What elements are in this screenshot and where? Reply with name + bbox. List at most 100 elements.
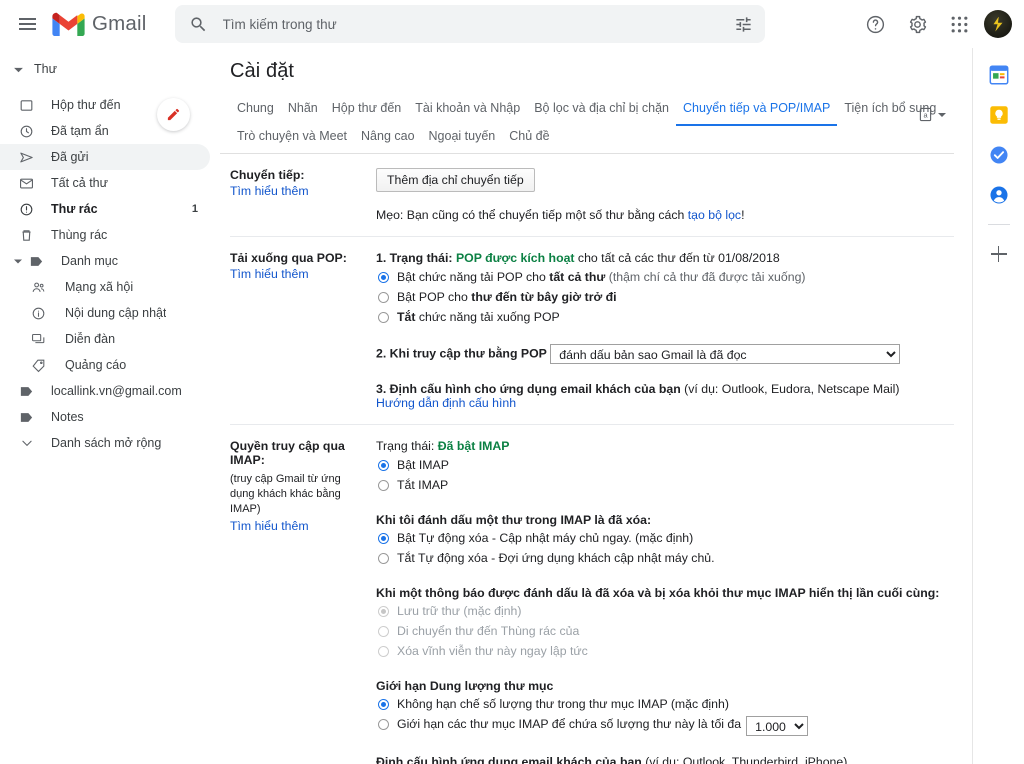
sidebar-item-label: Thư rác — [51, 202, 98, 216]
forwarding-label: Chuyển tiếp: — [230, 168, 305, 182]
imap-expunge-archive-label: Lưu trữ thư (mặc định) — [397, 604, 522, 618]
sidebar-section-mail[interactable]: Thư — [0, 54, 210, 84]
label-icon — [18, 409, 35, 426]
avatar[interactable] — [984, 10, 1012, 38]
imap-learn-more-link[interactable]: Tìm hiểu thêm — [230, 519, 368, 533]
sidebar-item-label: Notes — [51, 410, 84, 424]
google-calendar-icon[interactable] — [988, 64, 1010, 86]
radio-button — [378, 606, 389, 617]
tab-themes[interactable]: Chủ đề — [502, 125, 556, 154]
search-input[interactable] — [220, 5, 734, 43]
search-bar[interactable] — [174, 5, 765, 43]
imap-limit-none-label: Không hạn chế số lượng thư trong thư mục… — [397, 697, 729, 711]
sidebar-item-sent[interactable]: Đã gửi — [0, 144, 210, 170]
imap-autoexpunge-on[interactable]: Bật Tự động xóa - Cập nhật máy chủ ngay.… — [376, 530, 954, 547]
pop-option-from-now-on[interactable]: Bật POP cho thư đến từ bây giờ trở đi — [376, 289, 954, 306]
imap-limit-none[interactable]: Không hạn chế số lượng thư trong thư mục… — [376, 696, 954, 713]
radio-button[interactable] — [378, 533, 389, 544]
tab-offline[interactable]: Ngoại tuyến — [422, 125, 503, 154]
radio-button[interactable] — [378, 699, 389, 710]
radio-button[interactable] — [378, 460, 389, 471]
forwarding-learn-more-link[interactable]: Tìm hiểu thêm — [230, 184, 368, 198]
sidebar-item-updates[interactable]: Nội dung cập nhật — [0, 300, 210, 326]
spam-icon — [18, 201, 35, 218]
main-menu-icon[interactable] — [10, 7, 44, 41]
settings-body: Chuyển tiếp: Tìm hiểu thêm Thêm địa chỉ … — [220, 154, 972, 764]
info-icon — [30, 305, 47, 322]
tab-labels[interactable]: Nhãn — [281, 97, 325, 126]
input-tools-selector[interactable]: a — [918, 106, 946, 123]
imap-autoexpunge-off[interactable]: Tắt Tự động xóa - Đợi ứng dụng khách cập… — [376, 550, 954, 567]
imap-status-line: Trạng thái: Đã bật IMAP — [376, 439, 954, 453]
plus-icon[interactable] — [988, 243, 1010, 265]
pop-status-value: POP được kích hoạt — [455, 251, 575, 265]
radio-button[interactable] — [378, 480, 389, 491]
add-forwarding-address-button[interactable]: Thêm địa chỉ chuyển tiếp — [376, 168, 535, 192]
sidebar-item-social[interactable]: Mạng xã hội — [0, 274, 210, 300]
settings-tabs-row-1: Chung Nhãn Hộp thư đến Tài khoản và Nhập… — [230, 97, 954, 126]
tab-general[interactable]: Chung — [230, 97, 281, 126]
forwarding-tip: Mẹo: Bạn cũng có thể chuyển tiếp một số … — [376, 208, 954, 222]
sidebar-item-promotions[interactable]: Quảng cáo — [0, 352, 210, 378]
input-tools-icon: a — [918, 106, 933, 123]
google-keep-icon[interactable] — [988, 104, 1010, 126]
sidebar-item-categories[interactable]: Danh mục — [0, 248, 210, 274]
imap-disable-option[interactable]: Tắt IMAP — [376, 477, 954, 494]
tab-filters-blocked[interactable]: Bộ lọc và địa chỉ bị chặn — [527, 97, 676, 126]
imap-limit-max[interactable]: Giới hạn các thư mục IMAP để chứa số lượ… — [376, 716, 954, 736]
radio-button[interactable] — [378, 553, 389, 564]
trash-icon — [18, 227, 35, 244]
sidebar-item-label: Danh sách mở rộng — [51, 436, 162, 450]
pop-learn-more-link[interactable]: Tìm hiểu thêm — [230, 267, 368, 281]
radio-button[interactable] — [378, 719, 389, 730]
radio-button[interactable] — [378, 272, 389, 283]
create-filter-link[interactable]: tạo bộ lọc — [688, 208, 741, 222]
gmail-brand-label: Gmail — [92, 12, 147, 35]
pop-option-all-mail[interactable]: Bật chức năng tải POP cho tất cả thư (th… — [376, 269, 954, 286]
pop-access-action-select[interactable]: đánh dấu bản sao Gmail là đã đọc — [550, 344, 901, 364]
mail-icon — [18, 175, 35, 192]
tab-chat-meet[interactable]: Trò chuyện và Meet — [230, 125, 354, 154]
imap-expunge-trash: Di chuyển thư đến Thùng rác của — [376, 623, 954, 640]
chevron-down-icon — [18, 435, 35, 452]
apps-grid-icon[interactable] — [942, 7, 976, 41]
pop-config-instructions-link[interactable]: Hướng dẫn định cấu hình — [376, 396, 516, 410]
pop-step2-label: 2. Khi truy cập thư bằng POP — [376, 346, 547, 361]
gmail-settings-window: Gmail Tìm kiếm trong thư Thư Hộp thư đến… — [0, 0, 1024, 764]
radio-button[interactable] — [378, 292, 389, 303]
sidebar-item-trash[interactable]: Thùng rác — [0, 222, 210, 248]
sidebar-item-expand-list[interactable]: Danh sách mở rộng — [0, 430, 210, 456]
tab-inbox[interactable]: Hộp thư đến — [325, 97, 409, 126]
send-icon — [18, 149, 35, 166]
tab-forwarding-pop-imap[interactable]: Chuyển tiếp và POP/IMAP — [676, 97, 838, 126]
imap-enable-option[interactable]: Bật IMAP — [376, 457, 954, 474]
sidebar-item-spam[interactable]: Thư rác 1 — [0, 196, 210, 222]
google-contacts-icon[interactable] — [988, 184, 1010, 206]
sidebar-item-label: Quảng cáo — [65, 358, 127, 372]
tune-icon[interactable] — [734, 15, 753, 34]
main-content: Cài đặt a Chung Nhãn Hộp thư đến Tài kho… — [210, 48, 972, 764]
pop-option-disable[interactable]: Tắt chức năng tải xuống POP — [376, 309, 954, 326]
pop-label-cell: Tải xuống qua POP: Tìm hiểu thêm — [230, 251, 376, 410]
sidebar-item-forums[interactable]: Diễn đàn — [0, 326, 210, 352]
imap-folder-limit-select[interactable]: 1.000 — [746, 716, 809, 736]
radio-button[interactable] — [378, 312, 389, 323]
sidebar-item-locallink-label[interactable]: locallink.vn@gmail.com — [0, 378, 210, 404]
google-tasks-icon[interactable] — [988, 144, 1010, 166]
compose-button[interactable] — [157, 98, 190, 131]
imap-folder-size-heading: Giới hạn Dung lượng thư mục — [376, 679, 554, 693]
gear-icon[interactable] — [900, 7, 934, 41]
sidebar-item-label: Danh mục — [61, 254, 118, 268]
tab-advanced[interactable]: Nâng cao — [354, 125, 422, 154]
sidebar-item-label: Đã tạm ẩn — [51, 124, 109, 138]
imap-note: (truy cập Gmail từ ứng dụng khách khác b… — [230, 473, 341, 515]
sidebar-nav-list: Hộp thư đến Đã tạm ẩn Đã gửi Tất cả thư … — [0, 92, 210, 456]
sidebar-item-label: Thùng rác — [51, 228, 108, 242]
tab-accounts-import[interactable]: Tài khoản và Nhập — [408, 97, 527, 126]
gmail-brand[interactable]: Gmail — [52, 12, 147, 37]
pop-step3-label: 3. Định cấu hình cho ứng dụng email khác… — [376, 382, 681, 396]
imap-disable-label: Tắt IMAP — [397, 478, 449, 492]
sidebar-item-notes-label[interactable]: Notes — [0, 404, 210, 430]
sidebar-item-all-mail[interactable]: Tất cả thư — [0, 170, 210, 196]
help-icon[interactable] — [858, 7, 892, 41]
